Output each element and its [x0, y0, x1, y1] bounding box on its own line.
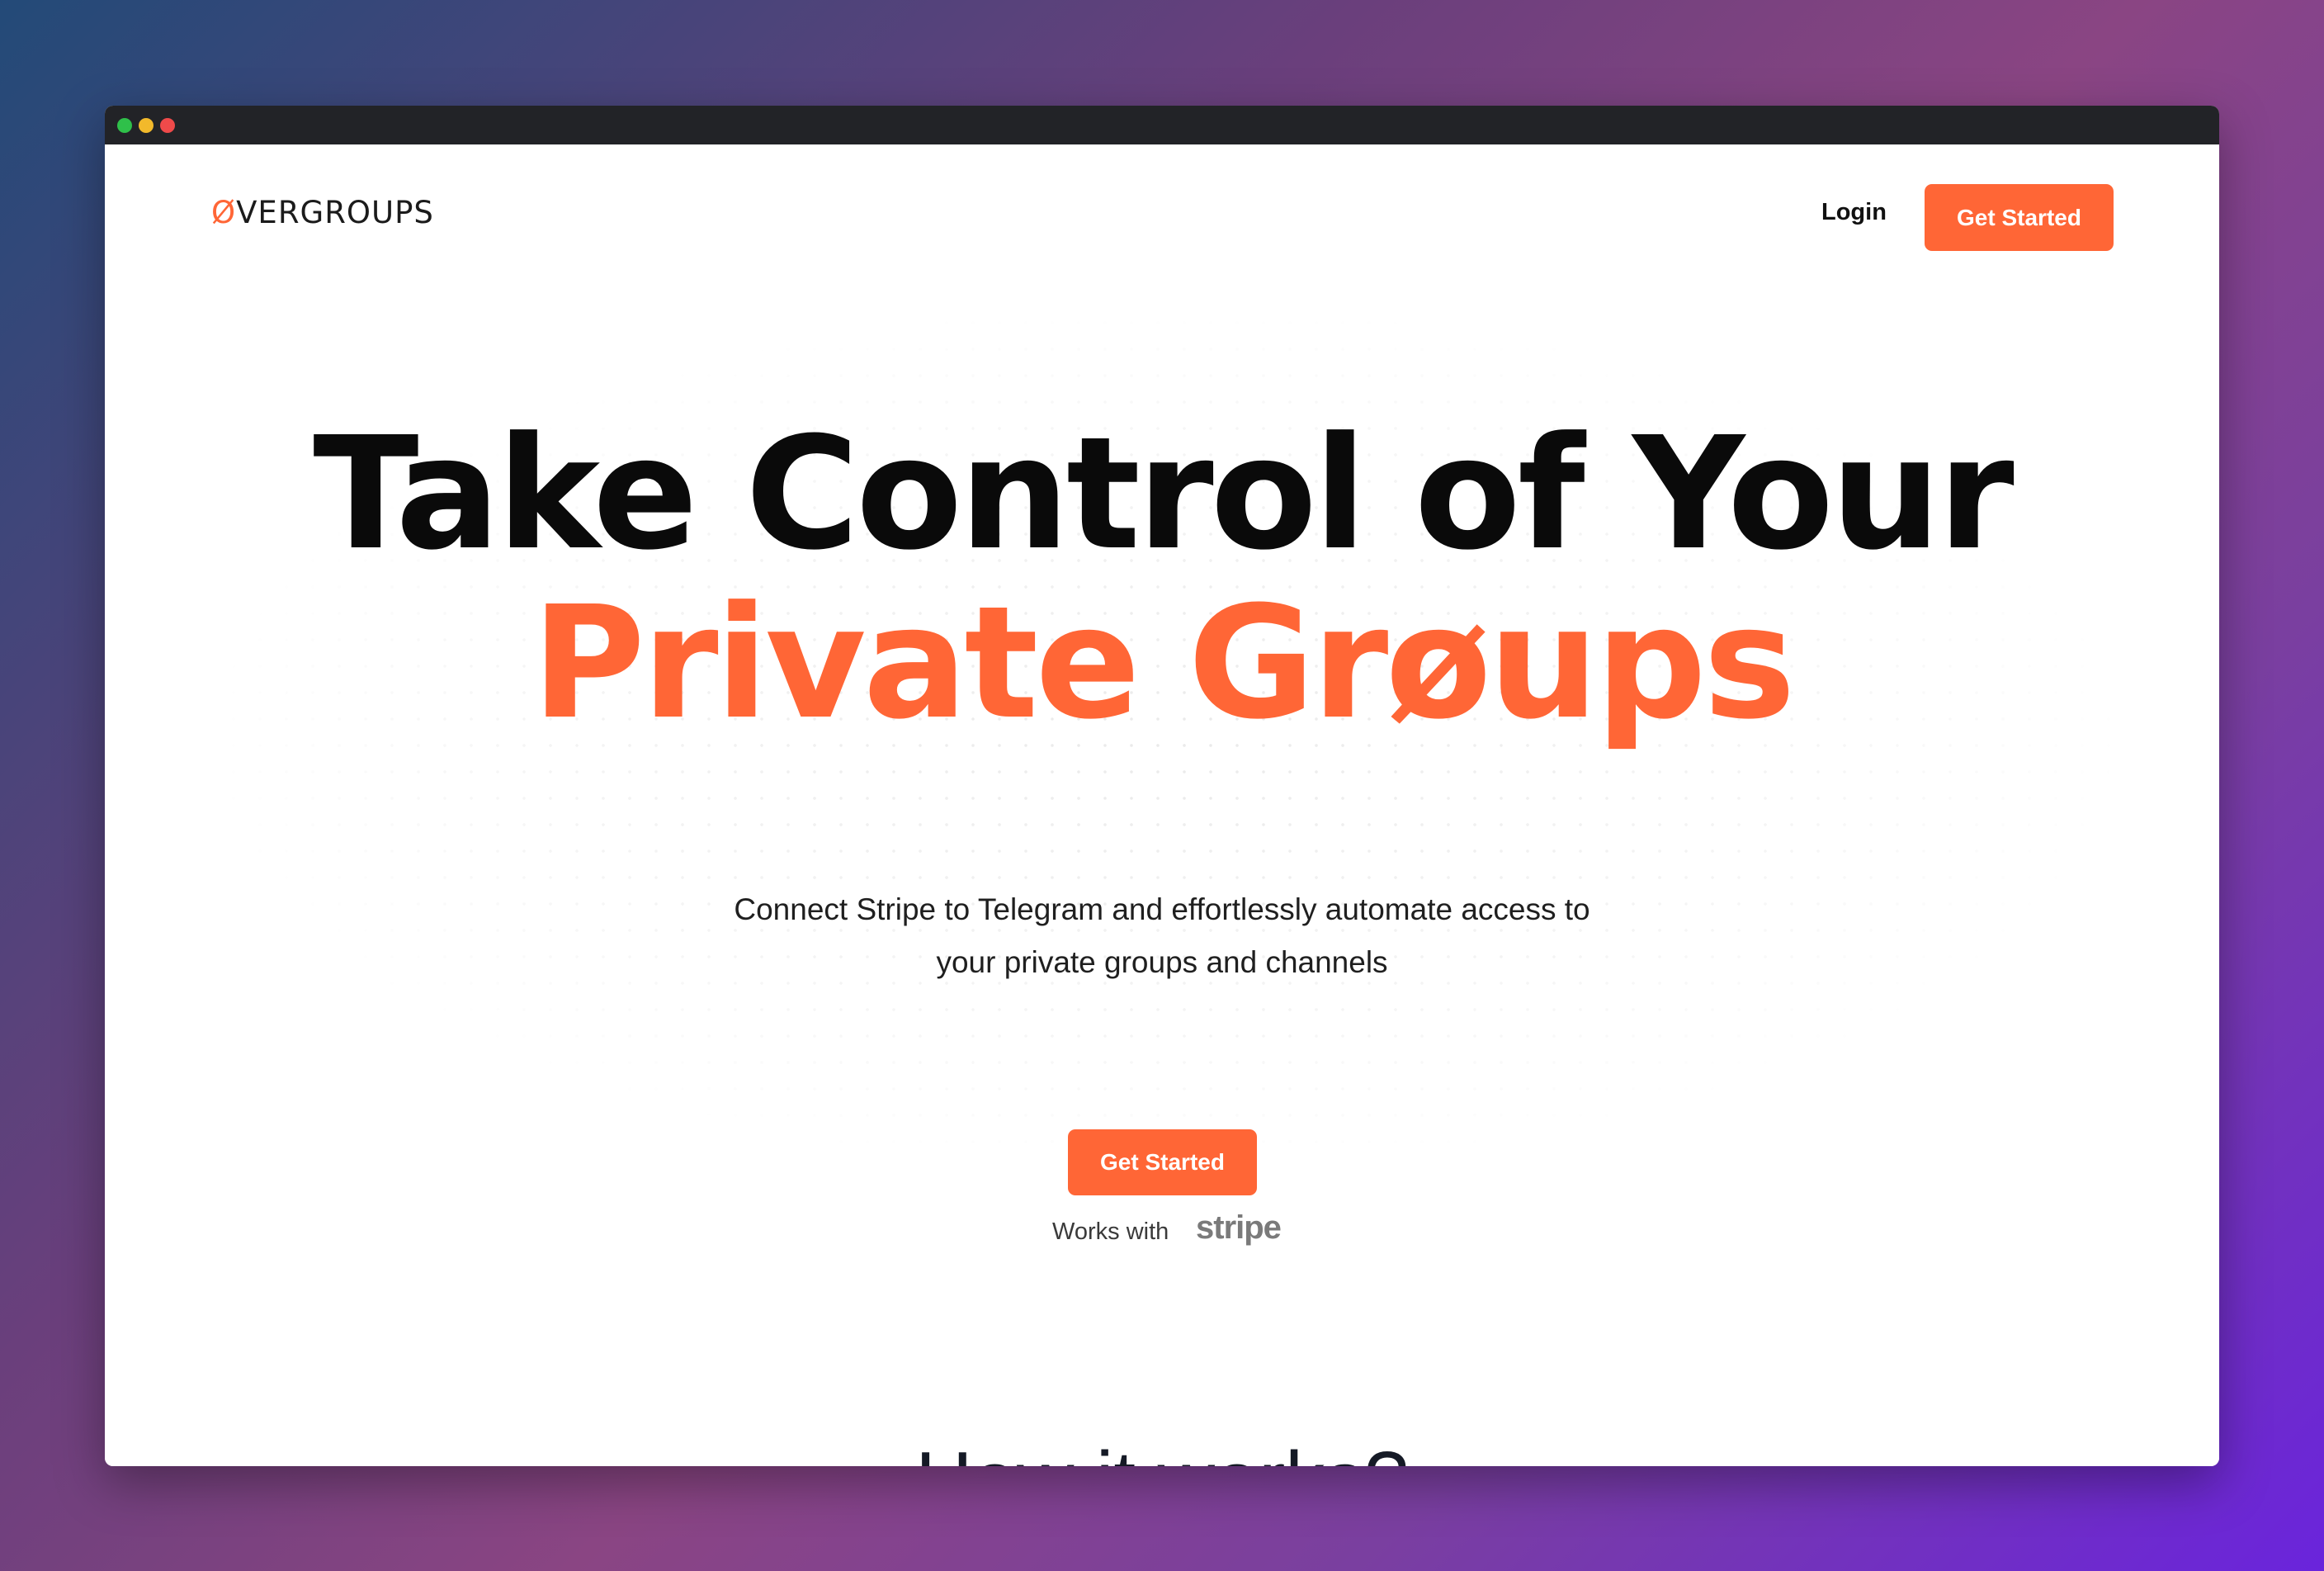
nav-get-started-button[interactable]: Get Started	[1925, 184, 2114, 251]
site-logo[interactable]: ØVERGROUPS	[211, 197, 434, 228]
browser-window: ØVERGROUPS Login Get Started Take Contro…	[105, 106, 2219, 1466]
hero-subtitle-line2: your private groups and channels	[936, 945, 1388, 979]
window-red-dot-icon[interactable]	[160, 118, 175, 133]
window-green-dot-icon[interactable]	[117, 118, 132, 133]
hero-subtitle-line1: Connect Stripe to Telegram and effortles…	[734, 892, 1590, 926]
stripe-logo: stripe	[1196, 1209, 1282, 1246]
login-link[interactable]: Login	[1821, 201, 1887, 225]
hero-headline-line2: Private Grøups	[531, 573, 1796, 754]
window-yellow-dot-icon[interactable]	[139, 118, 154, 133]
logo-mark: Ø	[211, 195, 237, 230]
window-titlebar	[105, 106, 2219, 144]
how-it-works-heading: How it works?	[105, 1441, 2219, 1467]
logo-text: VERGROUPS	[236, 195, 434, 230]
hero-headline-line1: Take Control of Your	[313, 404, 2014, 584]
works-with-label: Works with	[1052, 1218, 1169, 1245]
landing-page: ØVERGROUPS Login Get Started Take Contro…	[105, 144, 2219, 1466]
hero-get-started-button[interactable]: Get Started	[1068, 1129, 1257, 1195]
